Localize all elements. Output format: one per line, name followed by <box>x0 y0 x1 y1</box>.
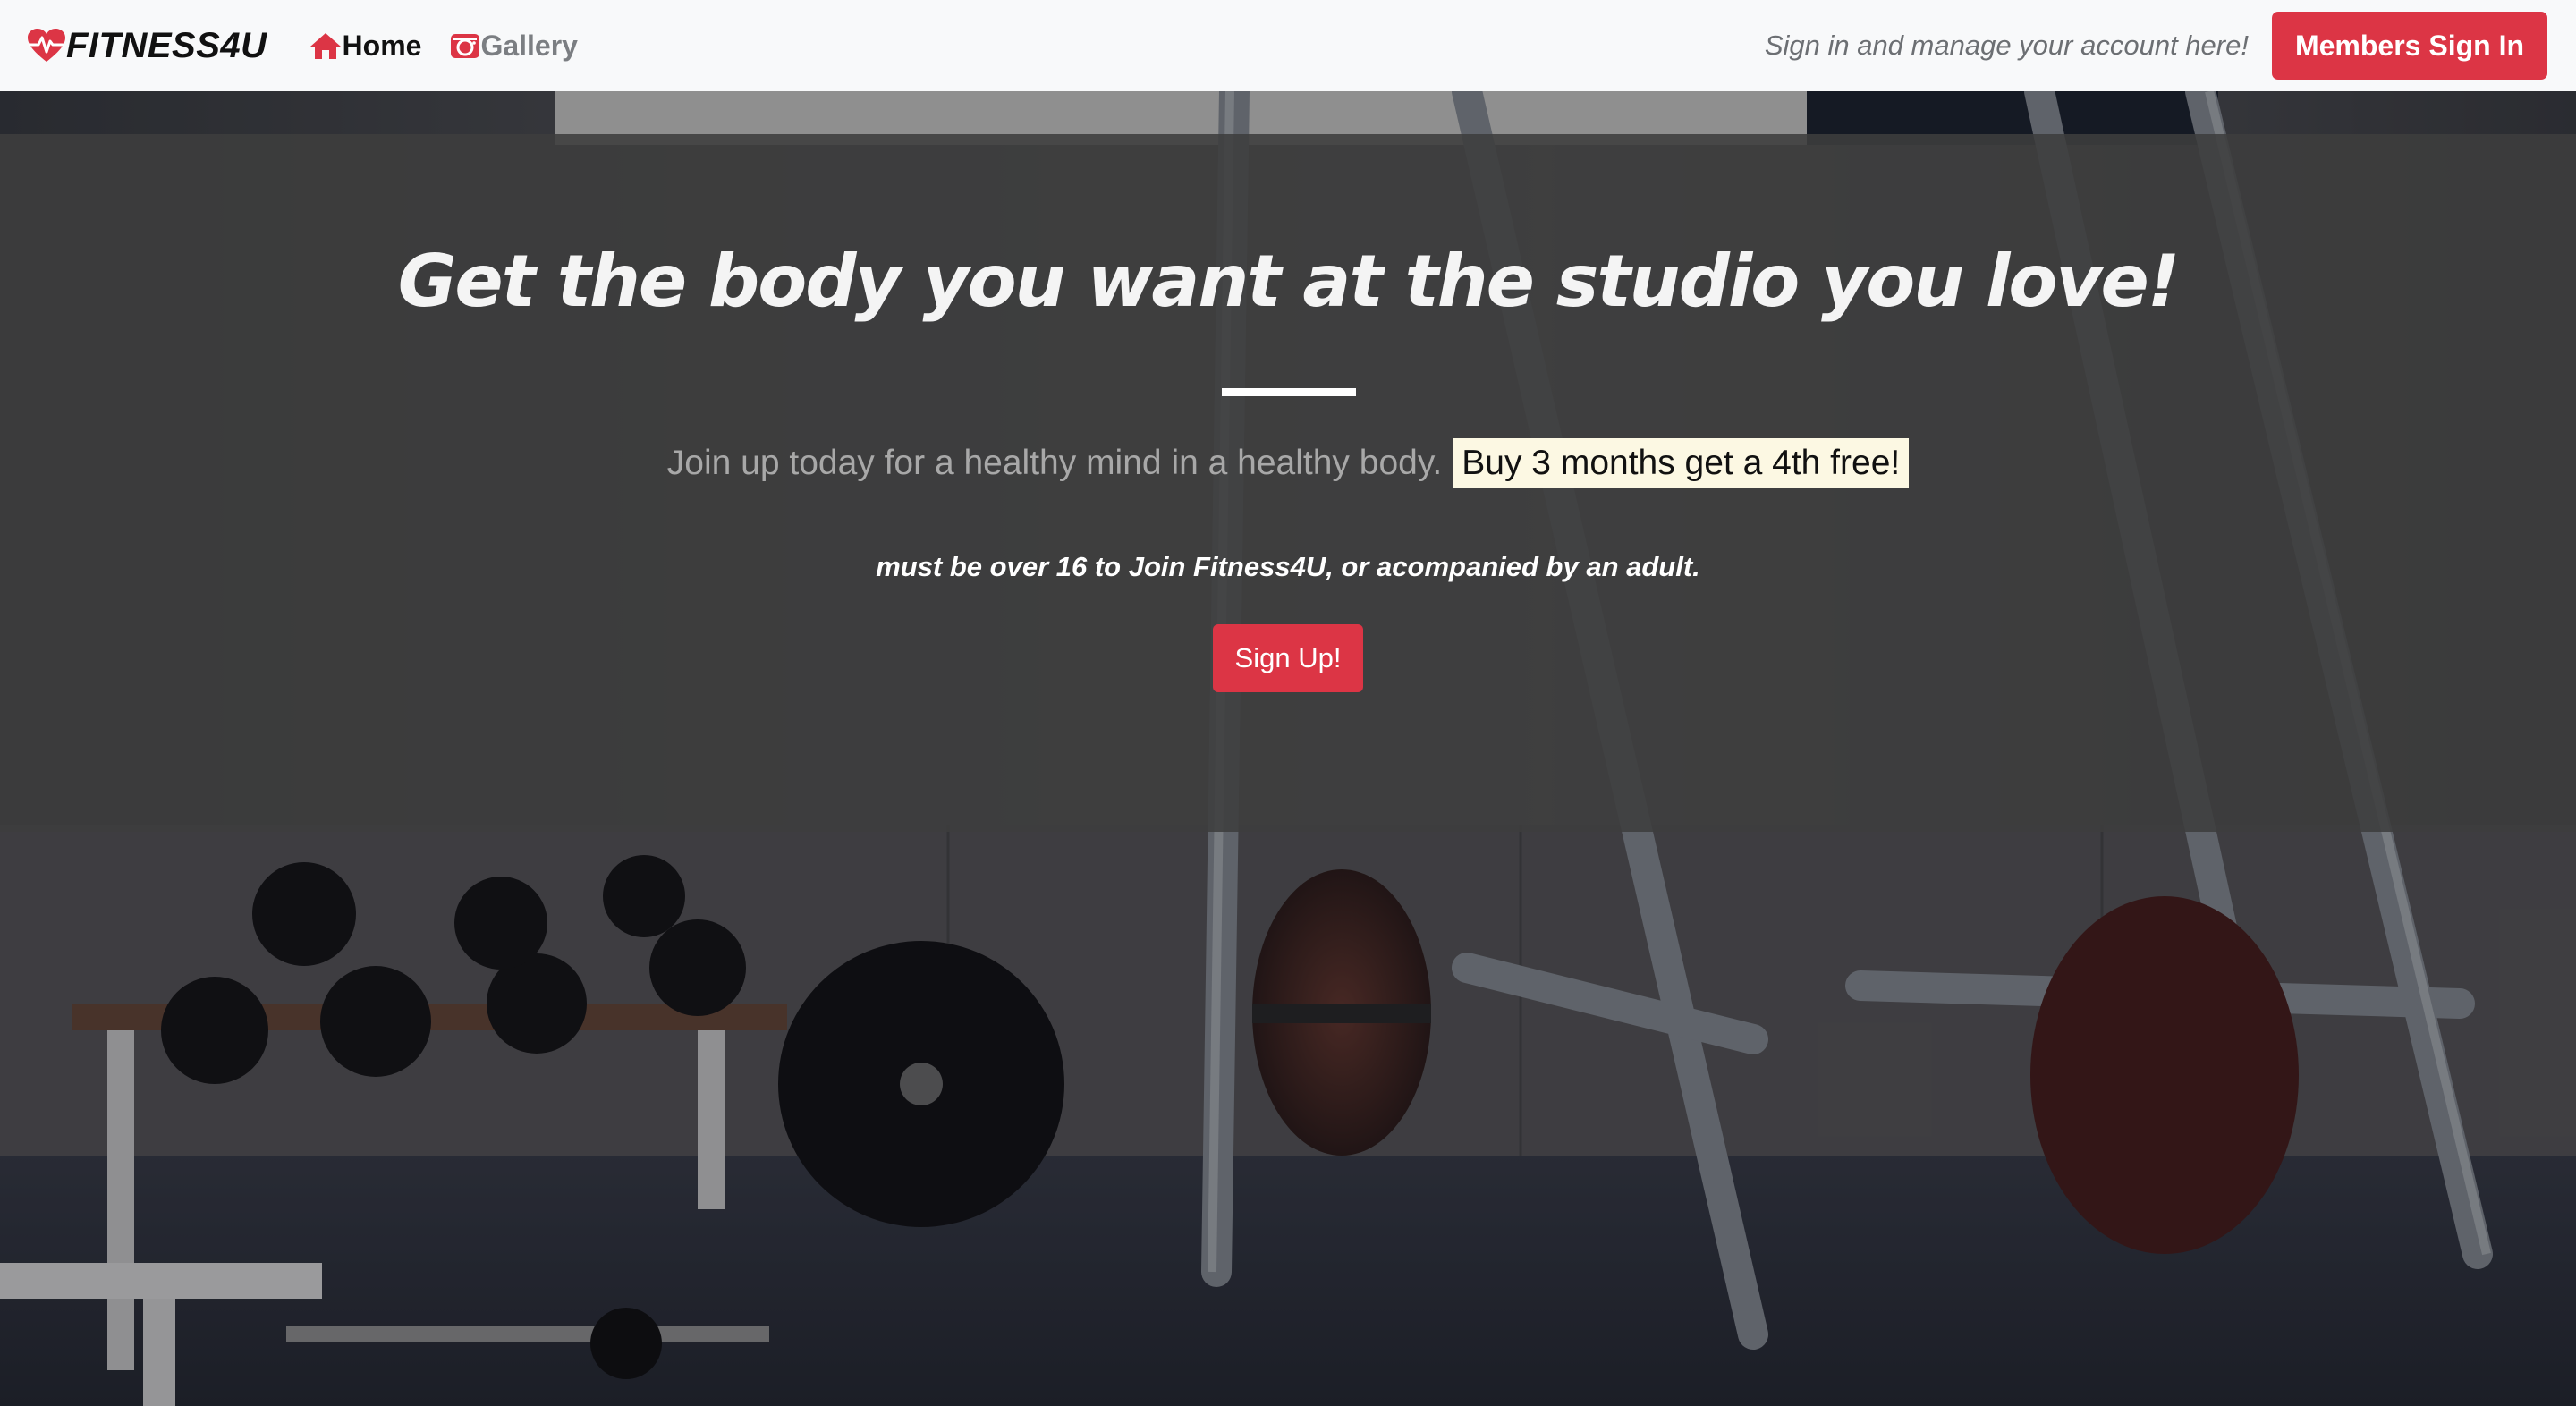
camera-icon <box>451 34 480 58</box>
brand-logo-link[interactable]: FITNESS4U <box>27 26 267 66</box>
nav-account-area: Sign in and manage your account here! Me… <box>1765 12 2547 80</box>
nav-gallery-label: Gallery <box>480 29 578 62</box>
promo-highlight: Buy 3 months get a 4th free! <box>1453 438 1910 488</box>
navbar: FITNESS4U Home Gallery Sign in and manag… <box>0 0 2576 91</box>
brand-name: FITNESS4U <box>66 25 267 65</box>
home-icon <box>309 33 341 59</box>
hero-divider <box>1222 388 1356 396</box>
signin-hint-text: Sign in and manage your account here! <box>1764 30 2249 61</box>
age-requirement-note: must be over 16 to Join Fitness4U, or ac… <box>876 551 1700 582</box>
members-sign-in-button[interactable]: Members Sign In <box>2271 12 2547 80</box>
hero-lead: Join up today for a healthy mind in a he… <box>0 438 2576 488</box>
heartbeat-icon <box>28 29 65 62</box>
nav-home-label: Home <box>342 29 422 62</box>
hero-jumbotron: Get the body you want at the studio you … <box>0 134 2576 832</box>
hero-lead-text: Join up today for a healthy mind in a he… <box>666 444 1443 482</box>
sign-up-button[interactable]: Sign Up! <box>1213 624 1363 692</box>
hero-title: Get the body you want at the studio you … <box>397 240 2181 323</box>
nav-home-link[interactable]: Home <box>309 29 422 63</box>
nav-gallery-link[interactable]: Gallery <box>450 30 578 63</box>
